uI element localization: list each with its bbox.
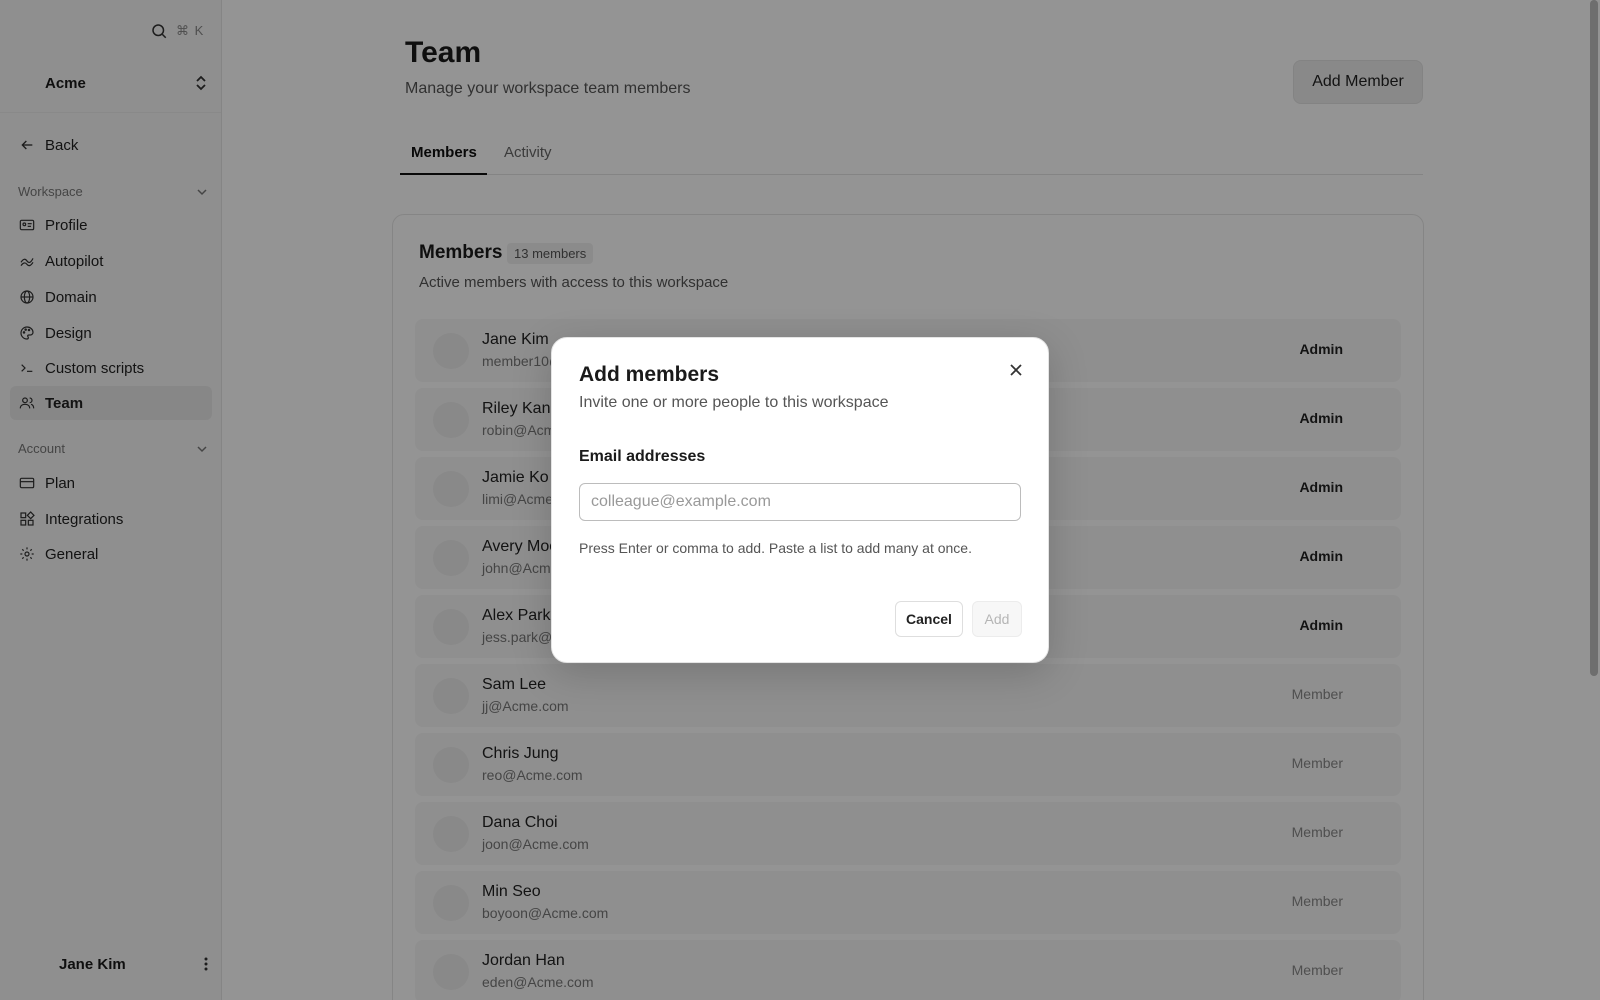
input-hint: Press Enter or comma to add. Paste a lis… [579, 540, 972, 556]
cancel-button[interactable]: Cancel [895, 601, 963, 637]
add-members-dialog: Add members Invite one or more people to… [551, 337, 1049, 663]
close-button[interactable] [1006, 360, 1026, 380]
dialog-title: Add members [579, 363, 720, 386]
dialog-subtitle: Invite one or more people to this worksp… [579, 394, 889, 411]
email-addresses-input[interactable] [579, 483, 1021, 521]
close-icon [1010, 364, 1022, 376]
add-button[interactable]: Add [972, 601, 1022, 637]
app-root: ⌘ K Acme Back Workspace Profile Autopilo… [0, 0, 1600, 1000]
email-field-label: Email addresses [579, 448, 706, 465]
